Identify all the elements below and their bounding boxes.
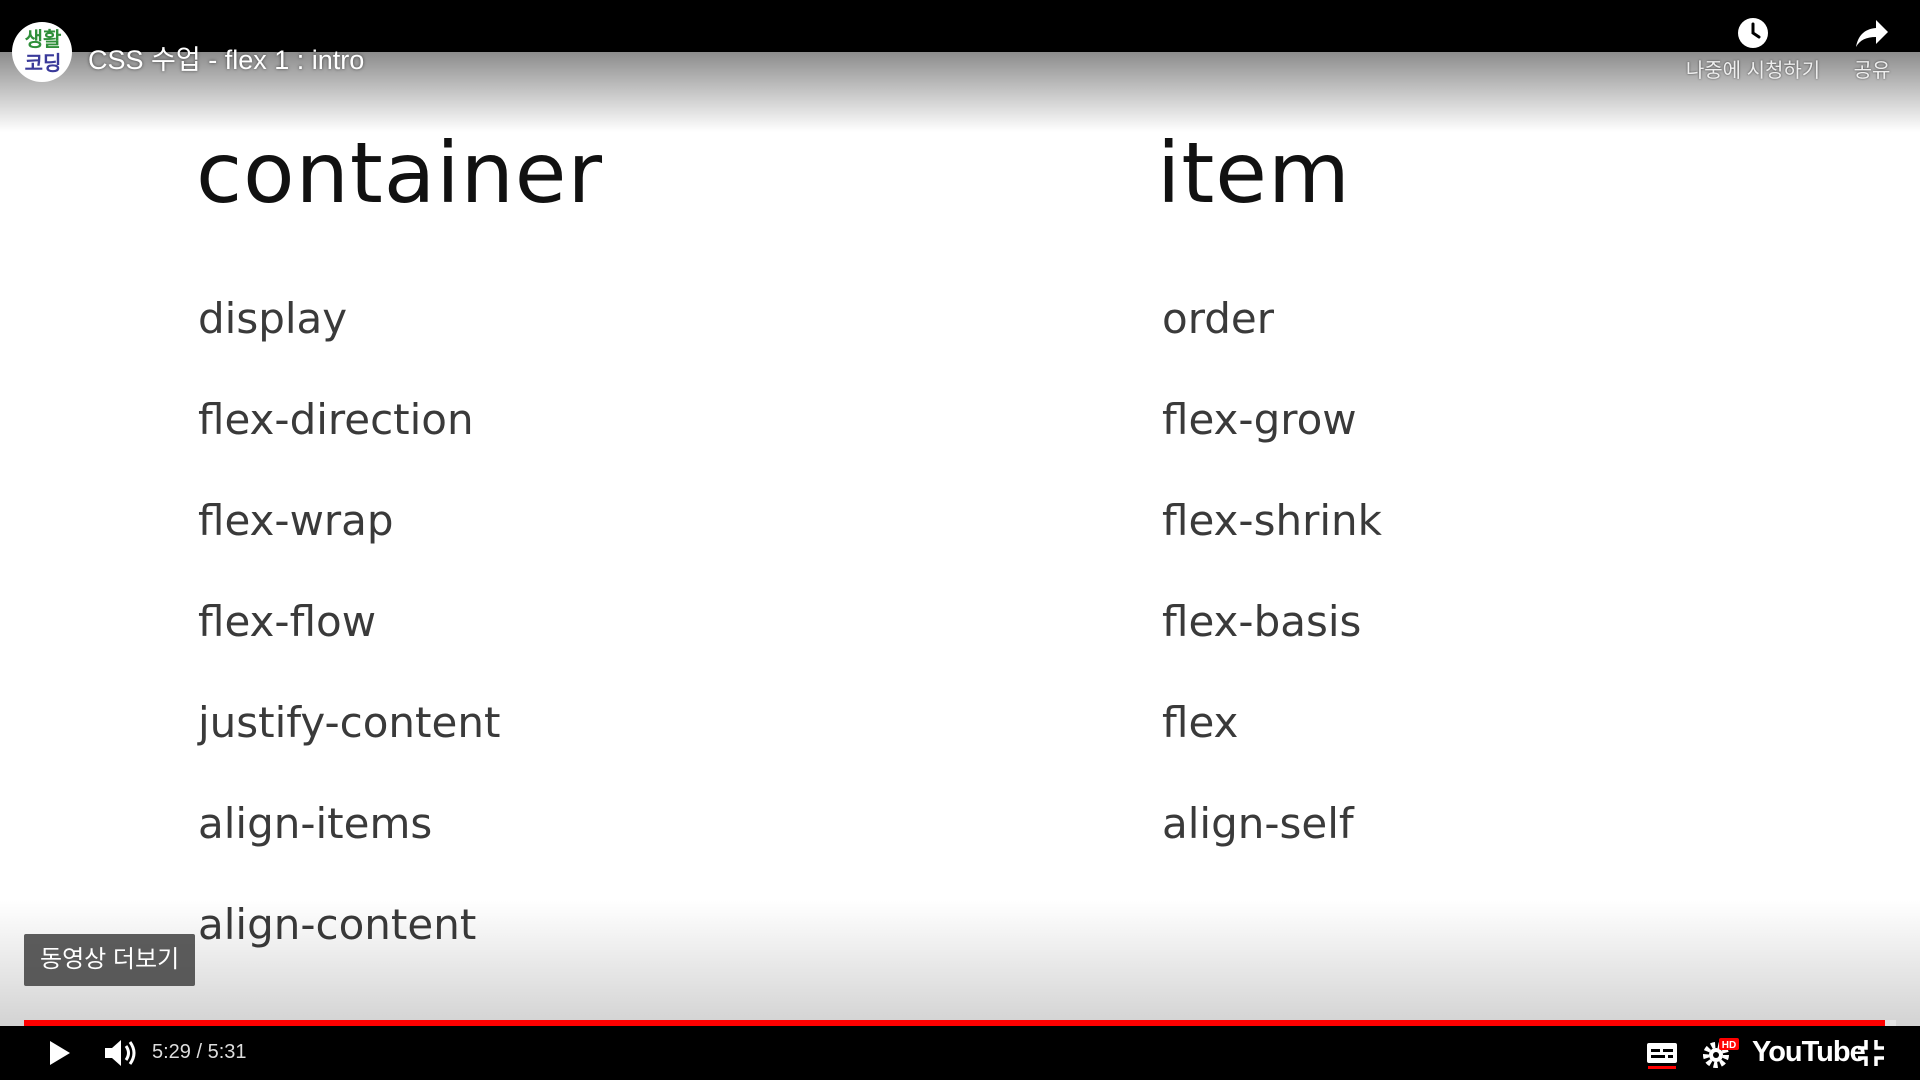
item-property: flex-shrink	[1162, 496, 1382, 545]
item-heading: item	[1157, 124, 1351, 222]
control-bar: 5:29 / 5:31 HD YouTube	[0, 1026, 1920, 1080]
container-heading: container	[196, 124, 604, 222]
container-property: align-content	[198, 900, 477, 949]
youtube-logo[interactable]: YouTube	[1752, 1036, 1866, 1069]
share-label: 공유	[1853, 60, 1891, 82]
video-player[interactable]: container display flex-direction flex-wr…	[0, 0, 1920, 1080]
share-icon	[1856, 20, 1888, 47]
more-videos-button[interactable]: 동영상 더보기	[24, 934, 196, 986]
item-property: flex-grow	[1162, 395, 1357, 444]
exit-fullscreen-button[interactable]	[1852, 1034, 1890, 1072]
video-frame[interactable]: container display flex-direction flex-wr…	[0, 52, 1920, 1030]
gear-icon: HD	[1703, 1038, 1739, 1068]
clock-icon	[1738, 18, 1768, 48]
hd-badge: HD	[1722, 1040, 1736, 1051]
item-property: align-self	[1162, 799, 1354, 848]
item-property: flex	[1162, 698, 1239, 747]
avatar-text-line: 생활	[24, 27, 62, 51]
container-property: justify-content	[198, 698, 501, 747]
time-display: 5:29 / 5:31	[152, 1041, 247, 1063]
container-property: align-items	[198, 799, 433, 848]
container-property: flex-wrap	[198, 496, 394, 545]
exit-fullscreen-icon	[1858, 1040, 1884, 1066]
item-property: flex-basis	[1162, 597, 1362, 646]
play-icon	[50, 1041, 70, 1065]
item-property: order	[1162, 294, 1274, 343]
mute-button[interactable]	[100, 1034, 140, 1072]
subtitles-active-indicator	[1648, 1066, 1676, 1069]
volume-icon	[105, 1040, 136, 1066]
play-button[interactable]	[40, 1034, 78, 1072]
watch-later-button[interactable]: 나중에 시청하기	[1676, 16, 1830, 83]
avatar-text-line: 코딩	[24, 51, 62, 75]
container-property: flex-flow	[198, 597, 377, 646]
channel-avatar[interactable]: 생활 코딩	[12, 22, 72, 82]
container-property: flex-direction	[198, 395, 474, 444]
video-title[interactable]: CSS 수업 - flex 1 : intro	[88, 38, 364, 77]
settings-button[interactable]: HD	[1700, 1034, 1740, 1072]
container-property: display	[198, 294, 348, 343]
share-button[interactable]: 공유	[1848, 16, 1896, 83]
watch-later-label: 나중에 시청하기	[1685, 60, 1821, 82]
